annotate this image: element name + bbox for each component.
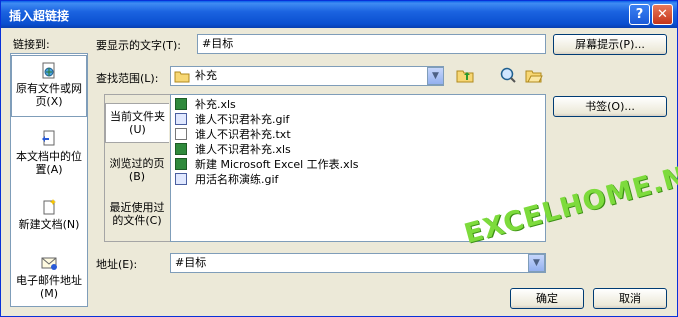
file-name: 谁人不识君补充.gif bbox=[195, 113, 290, 126]
link-existing-file-or-webpage[interactable]: 原有文件或网页(X) bbox=[11, 55, 87, 117]
file-item[interactable]: 谁人不识君补充.gif bbox=[175, 112, 289, 127]
image-file-icon bbox=[175, 113, 187, 125]
file-name: 谁人不识君补充.txt bbox=[195, 128, 291, 141]
view-tabs: 当前文件夹(U) 浏览过的页(B) 最近使用过的文件(C) bbox=[104, 94, 170, 242]
address-label: 地址(E): bbox=[96, 258, 138, 271]
file-item[interactable]: 补充.xls bbox=[175, 97, 236, 112]
file-item[interactable]: 谁人不识君补充.txt bbox=[175, 127, 291, 142]
open-folder-icon bbox=[525, 70, 543, 83]
file-name: 用活名称演练.gif bbox=[195, 173, 279, 186]
look-in-label: 查找范围(L): bbox=[96, 72, 159, 85]
look-in-combo[interactable]: 补充 bbox=[170, 66, 444, 86]
tab-recent-files[interactable]: 最近使用过的文件(C) bbox=[105, 199, 169, 239]
search-web-icon bbox=[500, 67, 516, 83]
browse-web-button[interactable] bbox=[497, 65, 519, 87]
folder-icon bbox=[174, 71, 190, 83]
link-to-panel: 原有文件或网页(X) 本文档中的位置(A) 新建文档(N) 电子邮件地址(M) bbox=[10, 53, 88, 307]
link-email-address[interactable]: 电子邮件地址(M) bbox=[11, 250, 87, 305]
tab-browsed-pages[interactable]: 浏览过的页(B) bbox=[105, 153, 169, 185]
help-button[interactable]: ? bbox=[629, 4, 650, 25]
address-input[interactable]: #目标 bbox=[170, 253, 546, 273]
address-dropdown-arrow[interactable]: ▼ bbox=[528, 254, 545, 272]
ok-button[interactable]: 确定 bbox=[510, 288, 584, 309]
new-document-icon bbox=[43, 199, 56, 215]
file-item[interactable]: 谁人不识君补充.xls bbox=[175, 142, 291, 157]
look-in-value: 补充 bbox=[195, 69, 217, 82]
insert-hyperlink-dialog: 插入超链接 ? ✕ 链接到: 原有文件或网页(X) 本文档中的位置(A) 新建文… bbox=[0, 0, 678, 317]
document-place-icon bbox=[42, 130, 55, 146]
link-new-document-label: 新建文档(N) bbox=[18, 218, 80, 231]
file-item[interactable]: 用活名称演练.gif bbox=[175, 172, 278, 187]
file-name: 谁人不识君补充.xls bbox=[195, 143, 291, 156]
link-to-label: 链接到: bbox=[13, 38, 50, 51]
link-email-label: 电子邮件地址(M) bbox=[16, 274, 82, 300]
title-bar: 插入超链接 ? ✕ bbox=[1, 1, 677, 28]
dialog-title: 插入超链接 bbox=[9, 9, 70, 23]
file-name: 补充.xls bbox=[195, 98, 236, 111]
text-to-display-input[interactable]: #目标 bbox=[197, 34, 546, 54]
up-folder-icon bbox=[456, 70, 474, 83]
email-icon bbox=[41, 257, 57, 270]
screen-tip-button[interactable]: 屏幕提示(P)... bbox=[553, 34, 667, 55]
image-file-icon bbox=[175, 173, 187, 185]
excel-file-icon bbox=[175, 143, 187, 155]
file-name: 新建 Microsoft Excel 工作表.xls bbox=[195, 158, 359, 171]
link-new-document[interactable]: 新建文档(N) bbox=[11, 194, 87, 244]
close-button[interactable]: ✕ bbox=[652, 4, 673, 25]
globe-file-icon bbox=[42, 62, 55, 79]
look-in-dropdown-arrow[interactable]: ▼ bbox=[427, 67, 444, 85]
tab-current-folder[interactable]: 当前文件夹(U) bbox=[105, 103, 169, 143]
link-existing-label: 原有文件或网页(X) bbox=[16, 82, 82, 108]
up-one-folder-button[interactable] bbox=[454, 65, 476, 87]
text-to-display-label: 要显示的文字(T): bbox=[96, 39, 182, 52]
excel-file-icon bbox=[175, 98, 187, 110]
link-place-in-document[interactable]: 本文档中的位置(A) bbox=[11, 126, 87, 181]
excel-file-icon bbox=[175, 158, 187, 170]
browse-file-button[interactable] bbox=[523, 65, 545, 87]
text-file-icon bbox=[175, 128, 187, 140]
bookmark-button[interactable]: 书签(O)... bbox=[553, 96, 667, 117]
file-item[interactable]: 新建 Microsoft Excel 工作表.xls bbox=[175, 157, 358, 172]
link-place-label: 本文档中的位置(A) bbox=[16, 150, 82, 176]
cancel-button[interactable]: 取消 bbox=[593, 288, 667, 309]
